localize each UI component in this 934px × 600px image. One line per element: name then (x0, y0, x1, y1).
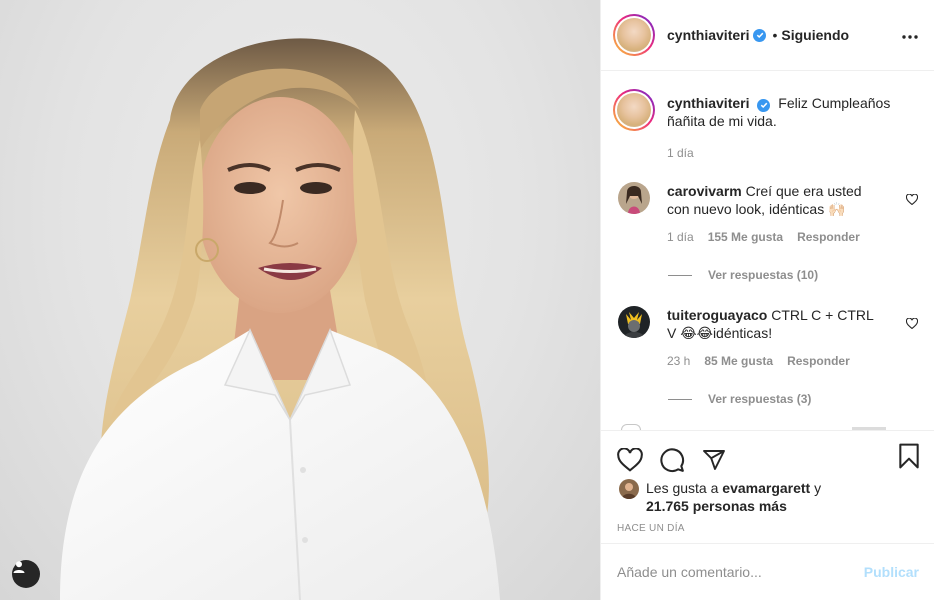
user-tag-icon[interactable] (12, 560, 40, 588)
publish-button[interactable]: Publicar (864, 564, 919, 580)
verified-badge-icon (757, 98, 771, 112)
comments-list[interactable]: cynthiaviteri Feliz Cumpleaños ñañita de… (601, 71, 934, 430)
likes-count[interactable]: 21.765 personas más (646, 498, 787, 514)
comment-item: carovivarm Creí que era usted con nuevo … (613, 182, 919, 246)
post-photo[interactable] (0, 0, 600, 600)
comment-time[interactable]: 23 h (667, 352, 690, 370)
commenter-avatar[interactable] (618, 306, 650, 338)
author-avatar[interactable] (613, 14, 655, 56)
likes-joiner: y (814, 480, 822, 496)
comment-icon[interactable] (659, 447, 685, 473)
add-comment-bar: Añade un comentario... Publicar (601, 543, 934, 600)
following-button[interactable]: Siguiendo (781, 27, 849, 43)
like-comment-heart-icon[interactable] (905, 316, 919, 334)
comment-username[interactable]: tuiteroguayaco (667, 307, 767, 323)
comment-time[interactable]: 1 día (667, 228, 694, 246)
separator-dot: • (772, 27, 778, 43)
commenter-avatar[interactable] (618, 182, 650, 214)
like-comment-heart-icon[interactable] (905, 192, 919, 210)
view-replies-button[interactable]: Ver respuestas (10) (668, 268, 918, 282)
post-side-panel: cynthiaviteri • Siguiendo cynthiaviteri (600, 0, 934, 600)
replies-divider (668, 398, 692, 400)
share-icon[interactable] (701, 448, 727, 472)
verified-badge-icon (753, 28, 767, 42)
comment-username[interactable]: carovivarm (667, 183, 742, 199)
comment-likes[interactable]: 85 Me gusta (704, 352, 773, 370)
post-caption: cynthiaviteri Feliz Cumpleaños ñañita de… (613, 71, 918, 162)
post-actions: Les gusta a evamargarett y 21.765 person… (601, 430, 934, 543)
more-options-icon[interactable] (902, 26, 918, 44)
like-heart-icon[interactable] (617, 448, 643, 472)
reply-button[interactable]: Responder (787, 352, 850, 370)
view-replies-label: Ver respuestas (10) (708, 268, 819, 282)
comment-item: tuiteroguayaco CTRL C + CTRL V 😂😂idéntic… (613, 306, 919, 370)
comment-input[interactable]: Añade un comentario... (617, 564, 864, 580)
likes-prefix: Les gusta a (646, 480, 719, 496)
view-replies-label: Ver respuestas (3) (708, 392, 812, 406)
replies-divider (668, 274, 692, 276)
liker-username[interactable]: evamargarett (722, 480, 810, 496)
posted-ago[interactable]: HACE UN DÍA (601, 523, 934, 534)
post-header: cynthiaviteri • Siguiendo (601, 0, 934, 71)
bookmark-icon[interactable] (898, 443, 920, 474)
comment-likes[interactable]: 155 Me gusta (708, 228, 783, 246)
reply-button[interactable]: Responder (797, 228, 860, 246)
caption-avatar[interactable] (613, 89, 655, 131)
author-username[interactable]: cynthiaviteri (667, 27, 749, 43)
caption-time[interactable]: 1 día (667, 144, 694, 162)
portrait-illustration (60, 38, 500, 600)
likes-summary: Les gusta a evamargarett y 21.765 person… (601, 479, 934, 515)
liker-avatar[interactable] (619, 479, 639, 499)
caption-username[interactable]: cynthiaviteri (667, 95, 749, 111)
view-replies-button[interactable]: Ver respuestas (3) (668, 392, 918, 406)
